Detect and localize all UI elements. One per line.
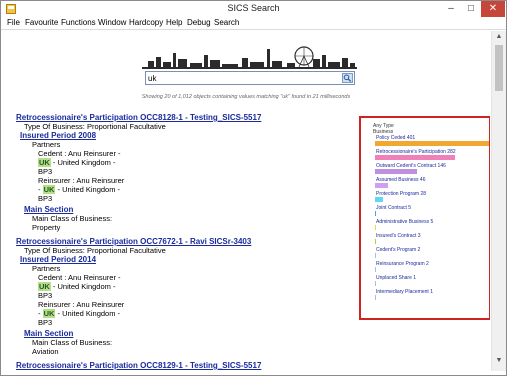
main-section-link[interactable]: Main Section bbox=[16, 329, 336, 338]
class-value: Aviation bbox=[32, 347, 59, 356]
menu-hardcopy[interactable]: Hardcopy bbox=[129, 18, 163, 27]
menu-search[interactable]: Search bbox=[214, 18, 239, 27]
class-value: Property bbox=[32, 223, 61, 232]
search-button[interactable] bbox=[342, 73, 353, 83]
business-type: Type Of Business: Proportional Facultati… bbox=[24, 122, 166, 131]
menu-bar: File Favourite Functions Window Hardcopy… bbox=[1, 17, 506, 30]
bp-code: BP3 bbox=[38, 291, 53, 300]
panel-item-bar bbox=[375, 267, 376, 272]
search-icon bbox=[343, 74, 352, 82]
menu-window[interactable]: Window bbox=[98, 18, 126, 27]
business-type: Type Of Business: Proportional Facultati… bbox=[16, 370, 336, 371]
reinsurer-line: Reinsurer : Anu Reinsurer bbox=[38, 176, 125, 185]
bp-code: BP3 bbox=[38, 318, 53, 327]
panel-item-label[interactable]: Intermediary Placement 1 bbox=[376, 289, 433, 295]
bp-code: BP3 bbox=[38, 194, 53, 203]
panel-item-bar bbox=[375, 141, 489, 146]
search-result: Retrocessionaire's Participation OCC8129… bbox=[16, 361, 336, 371]
uk-prefix: - bbox=[38, 309, 43, 318]
panel-item-label[interactable]: Administrative Business 5 bbox=[376, 219, 433, 225]
partners-label: Partners bbox=[32, 140, 61, 149]
panel-item-label[interactable]: Joint Contract 5 bbox=[376, 205, 411, 211]
close-button[interactable]: ✕ bbox=[481, 1, 505, 17]
panel-item-bar bbox=[375, 225, 376, 230]
scroll-down-icon[interactable]: ▼ bbox=[494, 357, 504, 365]
uk-highlight: UK bbox=[42, 185, 56, 194]
vertical-scrollbar[interactable]: ▲ ▼ bbox=[491, 31, 506, 371]
panel-item-bar bbox=[375, 183, 388, 188]
result-title-link[interactable]: Retrocessionaire's Participation OCC7672… bbox=[16, 237, 336, 246]
panel-item-bar bbox=[375, 295, 376, 300]
insured-period-link[interactable]: Insured Period 2008 bbox=[16, 131, 336, 140]
london-skyline-logo bbox=[142, 46, 357, 69]
type-breakdown-panel: Any Type Business Policy Ceded 401 Retroc… bbox=[359, 116, 490, 320]
search-input[interactable] bbox=[148, 73, 338, 84]
panel-item-label[interactable]: Reinsurance Program 2 bbox=[376, 261, 429, 267]
title-bar: SICS Search – □ ✕ bbox=[1, 1, 506, 17]
search-result: Retrocessionaire's Participation OCC7672… bbox=[16, 237, 336, 356]
panel-item-bar bbox=[375, 169, 417, 174]
result-title-link[interactable]: Retrocessionaire's Participation OCC8129… bbox=[16, 361, 336, 370]
menu-help[interactable]: Help bbox=[166, 18, 182, 27]
country-name: - United Kingdom - bbox=[50, 282, 116, 291]
panel-item-bar bbox=[375, 253, 376, 258]
cedent-line: Cedent : Anu Reinsurer - bbox=[38, 273, 121, 282]
panel-item-bar bbox=[375, 211, 376, 216]
window-title: SICS Search bbox=[227, 3, 280, 13]
result-title-link[interactable]: Retrocessionaire's Participation OCC8128… bbox=[16, 113, 336, 122]
panel-item-label[interactable]: Unplaced Share 1 bbox=[376, 275, 416, 281]
panel-item-bar bbox=[375, 197, 383, 202]
panel-item-bar bbox=[375, 239, 376, 244]
uk-highlight: UK bbox=[38, 282, 51, 291]
search-box bbox=[145, 71, 355, 85]
panel-item-label[interactable]: Insured's Contract 3 bbox=[376, 233, 421, 239]
country-line: UK - United Kingdom - bbox=[16, 282, 336, 291]
scroll-thumb[interactable] bbox=[495, 45, 503, 91]
main-section-link[interactable]: Main Section bbox=[16, 205, 336, 214]
country-line: UK - United Kingdom - bbox=[16, 158, 336, 167]
search-content: Showing 20 of 1,012 objects containing v… bbox=[2, 31, 490, 371]
partners-label: Partners bbox=[32, 264, 61, 273]
uk-highlight: UK bbox=[38, 158, 51, 167]
menu-favourite[interactable]: Favourite bbox=[25, 18, 58, 27]
country-line: - UK - United Kingdom - bbox=[16, 309, 336, 318]
country-name: - United Kingdom - bbox=[55, 309, 121, 318]
cedent-line: Cedent : Anu Reinsurer - bbox=[38, 149, 121, 158]
panel-item-label[interactable]: Cedent's Program 2 bbox=[376, 247, 420, 253]
scroll-up-icon[interactable]: ▲ bbox=[494, 33, 504, 41]
menu-debug[interactable]: Debug bbox=[187, 18, 211, 27]
app-window: SICS Search – □ ✕ File Favourite Functio… bbox=[0, 0, 507, 376]
menu-file[interactable]: File bbox=[7, 18, 20, 27]
class-label: Main Class of Business: bbox=[32, 338, 113, 347]
menu-functions[interactable]: Functions bbox=[61, 18, 96, 27]
minimize-button[interactable]: – bbox=[441, 1, 461, 17]
country-name: - United Kingdom - bbox=[50, 158, 116, 167]
business-type: Type Of Business: Proportional Facultati… bbox=[24, 246, 166, 255]
panel-item-bar bbox=[375, 281, 376, 286]
uk-highlight: UK bbox=[42, 309, 56, 318]
insured-period-link[interactable]: Insured Period 2014 bbox=[16, 255, 336, 264]
class-label: Main Class of Business: bbox=[32, 214, 113, 223]
country-name: - United Kingdom - bbox=[55, 185, 121, 194]
reinsurer-line: Reinsurer : Anu Reinsurer bbox=[38, 300, 125, 309]
maximize-button[interactable]: □ bbox=[461, 1, 481, 17]
search-result-info: Showing 20 of 1,012 objects containing v… bbox=[141, 94, 351, 100]
bp-code: BP3 bbox=[38, 167, 53, 176]
search-result: Retrocessionaire's Participation OCC8128… bbox=[16, 113, 336, 232]
uk-prefix: - bbox=[38, 185, 43, 194]
panel-item-bar bbox=[375, 155, 455, 160]
panel-item-label[interactable]: Protection Program 28 bbox=[376, 191, 426, 197]
country-line: - UK - United Kingdom - bbox=[16, 185, 336, 194]
